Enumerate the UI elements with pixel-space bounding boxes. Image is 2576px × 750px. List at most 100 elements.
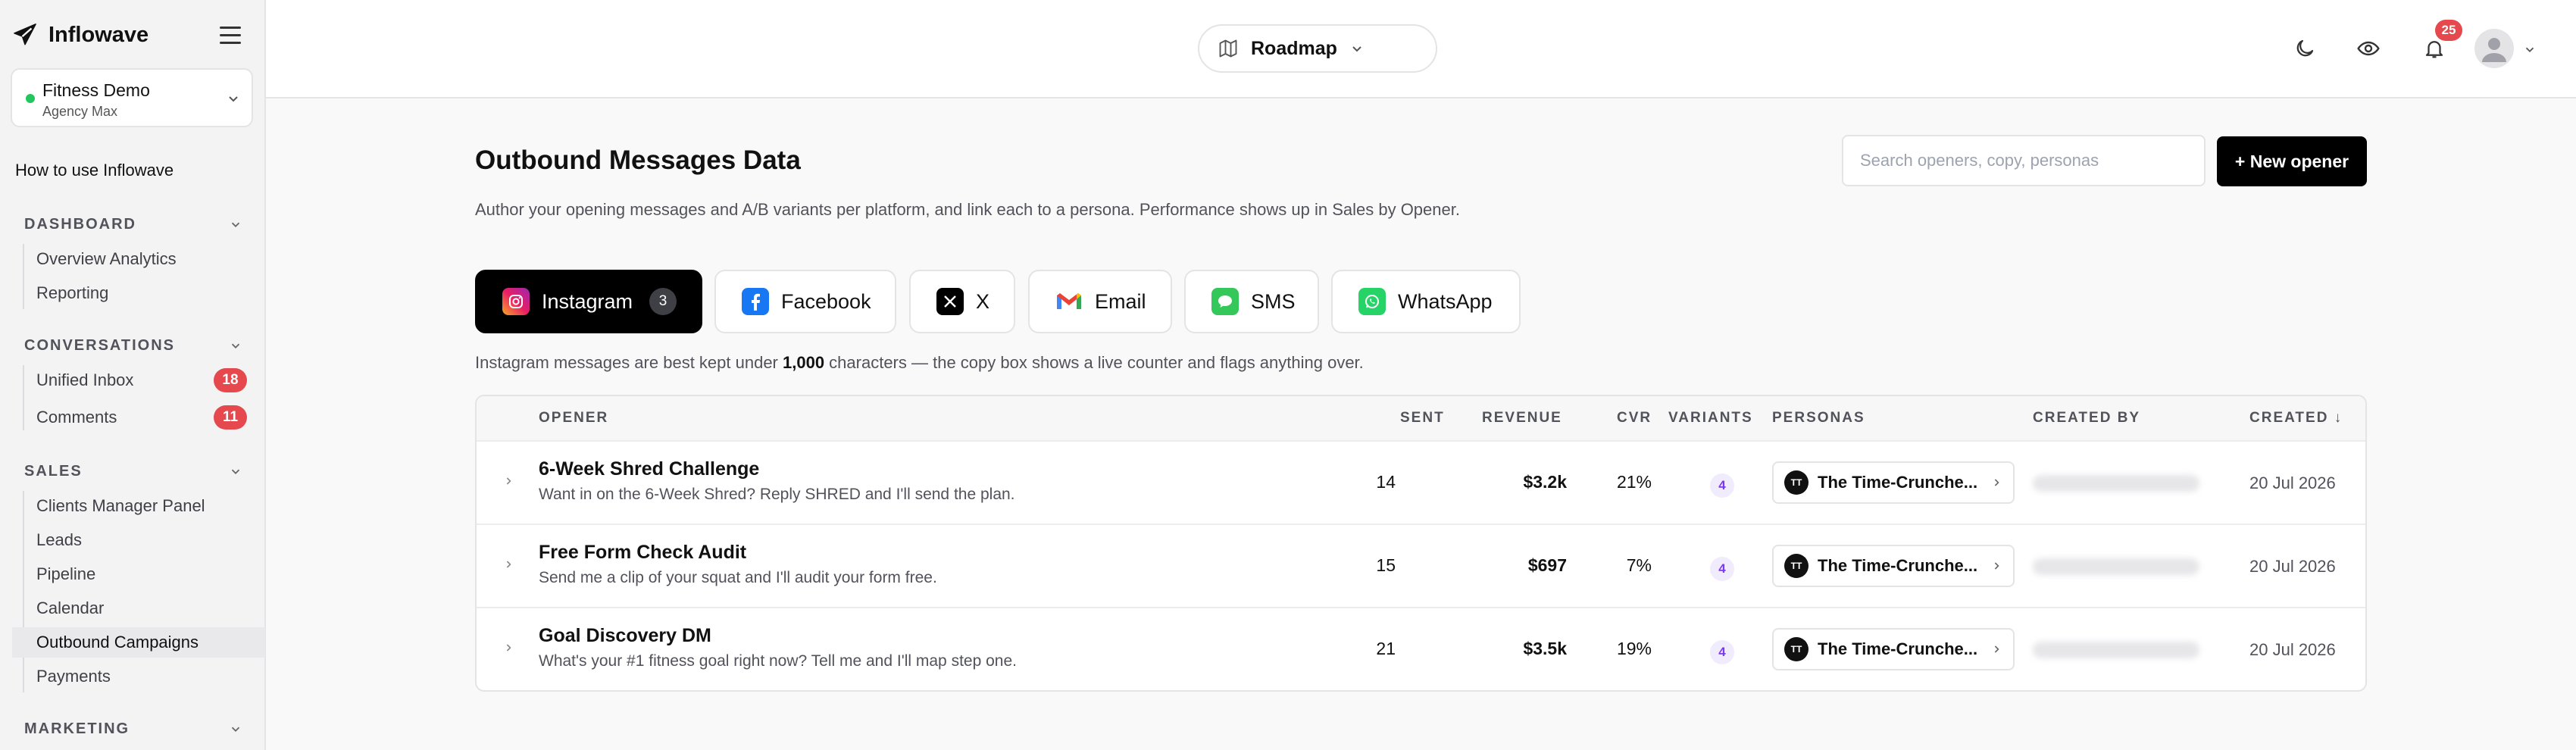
page-title: Outbound Messages Data xyxy=(475,145,801,175)
sidebar-item-payments[interactable]: Payments xyxy=(12,661,265,692)
variants-badge[interactable]: 4 xyxy=(1710,640,1734,664)
table-row[interactable]: 6-Week Shred Challenge Want in on the 6-… xyxy=(477,442,2365,525)
opener-title: Free Form Check Audit xyxy=(539,542,747,563)
column-header-personas[interactable]: PERSONAS xyxy=(1772,410,1865,427)
sidebar-item-label: Comments xyxy=(36,408,117,427)
table-row[interactable]: Free Form Check Audit Send me a clip of … xyxy=(477,525,2365,608)
section-dashboard[interactable]: DASHBOARD xyxy=(24,213,242,236)
chevron-right-icon[interactable] xyxy=(502,558,514,570)
chevron-right-icon[interactable] xyxy=(502,642,514,654)
sidebar-item-calendar[interactable]: Calendar xyxy=(12,593,265,623)
column-header-cvr[interactable]: CVR xyxy=(1617,410,1652,427)
revenue-value: $697 xyxy=(1527,555,1567,575)
sent-value: 14 xyxy=(1376,472,1396,492)
paper-plane-icon xyxy=(14,23,36,45)
chevron-down-icon xyxy=(1352,46,1361,52)
notification-badge: 25 xyxy=(2435,20,2462,41)
hint-text: characters — the copy box shows a live c… xyxy=(824,353,1364,372)
roadmap-selector[interactable]: Roadmap xyxy=(1198,24,1437,73)
tab-x[interactable]: X xyxy=(909,270,1015,333)
roadmap-label: Roadmap xyxy=(1251,37,1337,59)
section-sales[interactable]: SALES xyxy=(24,460,242,483)
map-icon xyxy=(1219,39,1237,58)
tab-label: Facebook xyxy=(781,289,871,313)
persona-chip[interactable]: TT The Time-Crunche... xyxy=(1772,545,2015,587)
hamburger-icon[interactable] xyxy=(217,21,244,48)
column-header-opener[interactable]: OPENER xyxy=(539,410,608,427)
opener-title: 6-Week Shred Challenge xyxy=(539,458,760,480)
section-label: SALES xyxy=(24,462,83,480)
page-description: Author your opening messages and A/B var… xyxy=(475,200,1460,219)
sidebar-item-leads[interactable]: Leads xyxy=(12,525,265,555)
sidebar-item-label: Outbound Campaigns xyxy=(36,633,199,652)
gmail-icon xyxy=(1055,288,1083,315)
sidebar-item-reporting[interactable]: Reporting xyxy=(12,278,265,308)
x-icon xyxy=(936,288,964,315)
status-dot xyxy=(26,94,35,103)
section-label: CONVERSATIONS xyxy=(24,336,175,354)
persona-chip[interactable]: TT The Time-Crunche... xyxy=(1772,461,2015,504)
tab-instagram[interactable]: Instagram 3 xyxy=(475,270,702,333)
tab-label: Instagram xyxy=(542,289,633,313)
created-by-redacted xyxy=(2033,558,2199,575)
opener-title: Goal Discovery DM xyxy=(539,625,711,646)
column-header-revenue[interactable]: REVENUE xyxy=(1482,410,1562,427)
sidebar-item-label: Reporting xyxy=(36,283,109,302)
table-row[interactable]: Goal Discovery DM What's your #1 fitness… xyxy=(477,608,2365,690)
search-input[interactable] xyxy=(1842,135,2206,186)
sidebar-item-clients-manager-panel[interactable]: Clients Manager Panel xyxy=(12,491,265,521)
hint-limit: 1,000 xyxy=(783,353,825,372)
section-conversations[interactable]: CONVERSATIONS xyxy=(24,334,242,357)
workspace-switcher[interactable]: Fitness Demo Agency Max xyxy=(11,68,253,127)
revenue-value: $3.5k xyxy=(1523,639,1567,658)
column-header-created-by[interactable]: CREATED BY xyxy=(2033,410,2140,427)
sidebar-item-comments[interactable]: Comments 11 xyxy=(12,402,265,433)
tab-label: Email xyxy=(1095,289,1146,313)
chevron-right-icon xyxy=(1994,479,1999,486)
variants-badge[interactable]: 4 xyxy=(1710,557,1734,581)
section-marketing[interactable]: MARKETING xyxy=(24,717,242,740)
character-hint: Instagram messages are best kept under 1… xyxy=(475,353,1364,373)
persona-chip[interactable]: TT The Time-Crunche... xyxy=(1772,628,2015,670)
sidebar-item-outbound-campaigns[interactable]: Outbound Campaigns xyxy=(12,627,265,658)
new-opener-button[interactable]: + New opener xyxy=(2217,136,2367,186)
sidebar-item-pipeline[interactable]: Pipeline xyxy=(12,559,265,589)
sms-icon xyxy=(1211,288,1239,315)
chevron-down-icon[interactable] xyxy=(2523,42,2537,56)
chevron-down-icon xyxy=(231,222,240,227)
instagram-icon xyxy=(502,288,530,315)
avatar[interactable] xyxy=(2474,29,2514,68)
sidebar-item-overview-analytics[interactable]: Overview Analytics xyxy=(12,244,265,274)
sent-value: 21 xyxy=(1376,639,1396,658)
created-date: 20 Jul 2026 xyxy=(2249,557,2336,576)
chevron-down-icon xyxy=(231,469,240,474)
sidebar-item-label: Payments xyxy=(36,667,111,686)
workspace-name: Fitness Demo xyxy=(42,80,150,100)
top-header: Roadmap xyxy=(266,0,2576,98)
moon-icon[interactable] xyxy=(2291,35,2318,62)
created-by-redacted xyxy=(2033,475,2199,492)
cvr-value: 21% xyxy=(1616,472,1652,492)
tab-whatsapp[interactable]: WhatsApp xyxy=(1331,270,1521,333)
tab-email[interactable]: Email xyxy=(1028,270,1172,333)
column-header-sent[interactable]: SENT xyxy=(1400,410,1445,427)
brand[interactable]: Inflowave xyxy=(12,20,148,50)
count-badge: 18 xyxy=(214,368,247,392)
tab-sms[interactable]: SMS xyxy=(1184,270,1319,333)
sidebar-item-unified-inbox[interactable]: Unified Inbox 18 xyxy=(12,365,265,395)
opener-copy: Want in on the 6-Week Shred? Reply SHRED… xyxy=(539,486,1015,503)
eye-icon[interactable] xyxy=(2355,35,2382,62)
howto-link[interactable]: How to use Inflowave xyxy=(15,161,174,180)
column-header-created[interactable]: CREATED ↓ xyxy=(2249,410,2343,427)
sidebar: Inflowave Fitness Demo Agency Max How to… xyxy=(0,0,266,750)
chevron-right-icon[interactable] xyxy=(502,475,514,487)
tab-facebook[interactable]: Facebook xyxy=(714,270,896,333)
chevron-right-icon xyxy=(1994,562,1999,570)
chevron-down-icon xyxy=(231,727,240,732)
persona-avatar: TT xyxy=(1784,470,1809,495)
brand-name: Inflowave xyxy=(48,22,149,47)
created-date: 20 Jul 2026 xyxy=(2249,473,2336,492)
sidebar-item-label: Clients Manager Panel xyxy=(36,496,205,515)
column-header-variants[interactable]: VARIANTS xyxy=(1668,410,1753,427)
variants-badge[interactable]: 4 xyxy=(1710,473,1734,498)
